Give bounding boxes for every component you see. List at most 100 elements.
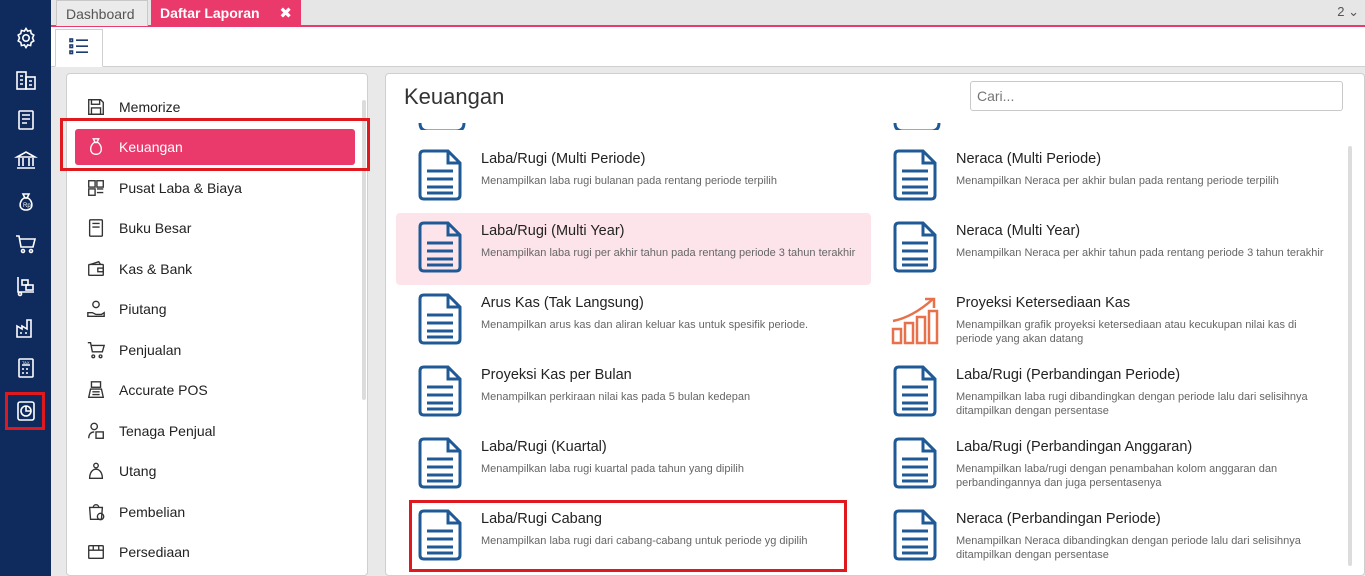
- category-label: Memorize: [119, 99, 181, 115]
- list-view-tab[interactable]: [55, 29, 103, 67]
- document-icon: [891, 365, 939, 417]
- factory-icon[interactable]: [0, 310, 51, 346]
- category-label: Buku Besar: [119, 220, 192, 236]
- document-icon: [416, 437, 464, 489]
- svg-text:TAX: TAX: [22, 360, 30, 365]
- pos-icon: [85, 379, 107, 401]
- report-highlight-box: [409, 500, 847, 572]
- save-icon: [85, 96, 107, 118]
- category-item[interactable]: Pusat Laba & Biaya: [75, 170, 355, 206]
- debt-icon: [85, 460, 107, 482]
- inventory-icon: [85, 541, 107, 563]
- category-item[interactable]: Persediaan: [75, 534, 355, 570]
- sub-toolbar: [51, 27, 1365, 67]
- tab-daftar-laporan-label: Daftar Laporan: [160, 5, 260, 21]
- close-icon[interactable]: ✖: [279, 4, 292, 22]
- ledger-icon[interactable]: [0, 102, 51, 138]
- report-description: Menampilkan laba rugi per akhir tahun pa…: [481, 247, 856, 259]
- category-label: Kas & Bank: [119, 261, 193, 277]
- report-item[interactable]: Arus Kas (Tak Langsung) Menampilkan arus …: [396, 285, 871, 357]
- document-icon: [891, 437, 939, 489]
- nav-highlight-box: [5, 392, 45, 430]
- cart-icon[interactable]: [0, 226, 51, 262]
- tab-dashboard-label: Dashboard: [66, 5, 135, 22]
- svg-text:Rp: Rp: [23, 203, 31, 209]
- tax-icon[interactable]: TAX: [0, 350, 51, 386]
- report-item[interactable]: Neraca (Multi Periode) Menampilkan Neraca…: [871, 141, 1346, 213]
- report-item[interactable]: Proyeksi Kas per Bulan Menampilkan perkir…: [396, 357, 871, 429]
- report-item[interactable]: Neraca (Multi Year) Menampilkan Neraca pe…: [871, 213, 1346, 285]
- report-description: Menampilkan laba rugi bulanan pada renta…: [481, 175, 777, 187]
- document-icon: [891, 149, 939, 201]
- wallet-icon: [85, 258, 107, 280]
- page-title: Keuangan: [404, 84, 505, 109]
- salesperson-icon: [85, 420, 107, 442]
- grid-icon: [85, 177, 107, 199]
- app-window: Rp TAX Dashboard Daftar Laporan ✖ 2 ⌄ Me…: [0, 0, 1365, 576]
- category-item[interactable]: Penjualan: [75, 332, 355, 368]
- category-item[interactable]: Utang: [75, 453, 355, 489]
- report-item[interactable]: Proyeksi Ketersediaan Kas Menampilkan gra…: [871, 285, 1346, 357]
- gear-icon[interactable]: [0, 20, 51, 56]
- list-icon: [69, 37, 89, 60]
- purchase-icon: [85, 501, 107, 523]
- report-item[interactable]: Laba/Rugi (Multi Periode) Menampilkan lab…: [396, 141, 871, 213]
- book-icon: [85, 217, 107, 239]
- report-name: Laba/Rugi (Perbandingan Anggaran): [956, 439, 1193, 455]
- tab-daftar-laporan[interactable]: Daftar Laporan ✖: [151, 0, 301, 26]
- report-name: Proyeksi Ketersediaan Kas: [956, 295, 1131, 311]
- report-description: Menampilkan laba rugi dibandingkan denga…: [956, 391, 1308, 417]
- bank-icon[interactable]: [0, 142, 51, 178]
- category-item[interactable]: Accurate POS: [75, 372, 355, 408]
- report-name: Neraca (Perbandingan Periode): [956, 511, 1161, 527]
- report-description: Menampilkan Neraca dibandingkan dengan p…: [956, 535, 1301, 561]
- report-name: Laba/Rugi (Multi Year): [481, 223, 625, 239]
- report-name: Laba/Rugi (Perbandingan Periode): [956, 367, 1181, 383]
- tab-dashboard[interactable]: Dashboard: [56, 0, 148, 26]
- report-name: Laba/Rugi (Kuartal): [481, 439, 607, 455]
- report-description: Menampilkan laba rugi kuartal pada tahun…: [481, 463, 744, 475]
- cart-icon: [85, 339, 107, 361]
- tab-count-dropdown[interactable]: 2 ⌄: [1337, 4, 1359, 20]
- report-description: Menampilkan perkiraan nilai kas pada 5 b…: [481, 391, 751, 403]
- category-label: Pusat Laba & Biaya: [119, 180, 242, 196]
- document-icon: [416, 365, 464, 417]
- report-item[interactable]: Neraca (Perbandingan Periode) Menampilkan…: [871, 501, 1346, 573]
- category-item[interactable]: Piutang: [75, 291, 355, 327]
- category-item[interactable]: Tenaga Penjual: [75, 413, 355, 449]
- report-item[interactable]: Laba/Rugi (Multi Year) Menampilkan laba r…: [396, 213, 871, 285]
- report-item[interactable]: Laba/Rugi (Perbandingan Periode) Menampil…: [871, 357, 1346, 429]
- category-item[interactable]: Pembelian: [75, 494, 355, 530]
- report-name: Laba/Rugi (Multi Periode): [481, 151, 646, 167]
- main-nav: Rp TAX: [0, 0, 51, 576]
- category-highlight-box: [60, 118, 370, 171]
- chart-icon: [891, 293, 939, 345]
- category-label: Piutang: [119, 301, 167, 317]
- category-item[interactable]: Buku Besar: [75, 210, 355, 246]
- report-name: Neraca (Multi Year): [956, 223, 1081, 239]
- category-label: Penjualan: [119, 342, 182, 358]
- search-input[interactable]: [970, 81, 1343, 111]
- reports-scrollbar[interactable]: [1348, 146, 1352, 566]
- report-icon-partial: [416, 120, 468, 130]
- category-label: Utang: [119, 463, 157, 479]
- document-icon: [891, 221, 939, 273]
- hand-truck-icon[interactable]: [0, 268, 51, 304]
- category-label: Persediaan: [119, 544, 190, 560]
- report-item[interactable]: Laba/Rugi (Perbandingan Anggaran) Menampi…: [871, 429, 1346, 501]
- document-icon: [416, 293, 464, 345]
- category-item[interactable]: Kas & Bank: [75, 251, 355, 287]
- report-description: Menampilkan arus kas dan aliran keluar k…: [481, 319, 809, 331]
- tab-bar: Dashboard Daftar Laporan ✖ 2 ⌄: [51, 0, 1365, 27]
- hand-money-icon: [85, 298, 107, 320]
- report-description: Menampilkan laba/rugi dengan penambahan …: [956, 463, 1278, 489]
- document-icon: [891, 509, 939, 561]
- report-description: Menampilkan Neraca per akhir tahun pada …: [956, 247, 1324, 259]
- money-bag-icon[interactable]: Rp: [0, 184, 51, 220]
- report-item[interactable]: Laba/Rugi (Kuartal) Menampilkan laba rugi…: [396, 429, 871, 501]
- category-label: Tenaga Penjual: [119, 423, 216, 439]
- report-name: Neraca (Multi Periode): [956, 151, 1102, 167]
- document-icon: [416, 149, 464, 201]
- building-icon[interactable]: [0, 62, 51, 98]
- report-description: Menampilkan Neraca per akhir bulan pada …: [956, 175, 1279, 187]
